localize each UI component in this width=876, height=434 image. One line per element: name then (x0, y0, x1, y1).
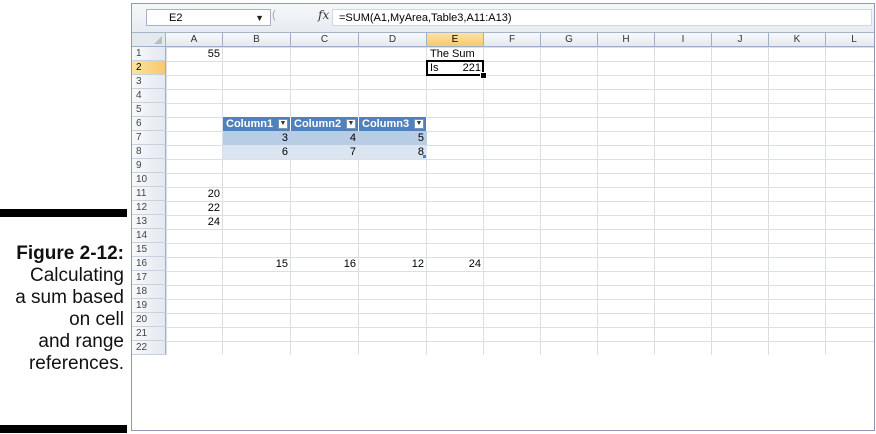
cell-e16[interactable]: 24 (427, 257, 484, 271)
caption-top-bar (0, 209, 127, 217)
gridline (768, 47, 769, 355)
row-header-20[interactable]: 20 (132, 313, 166, 327)
cell-e1[interactable]: The Sum Is (427, 47, 484, 74)
table-header-column1[interactable]: Column1 ▼ (223, 117, 291, 131)
caption-line: references. (28, 353, 124, 374)
gridline (597, 47, 598, 355)
table-resize-handle[interactable] (423, 155, 426, 158)
column-header-k[interactable]: K (769, 33, 826, 47)
row-header-4[interactable]: 4 (132, 89, 166, 103)
table-cell[interactable]: 3 (223, 131, 291, 145)
row-header-12[interactable]: 12 (132, 201, 166, 215)
caption-line: Calculating (30, 265, 124, 286)
column-header-f[interactable]: F (484, 33, 541, 47)
table-cell[interactable]: 8 (359, 145, 427, 159)
fill-handle[interactable] (480, 72, 487, 79)
column-header-l[interactable]: L (826, 33, 874, 47)
name-box[interactable]: E2 ▼ (146, 9, 271, 26)
active-cell-border (426, 60, 484, 76)
formula-input[interactable]: =SUM(A1,MyArea,Table3,A11:A13) (332, 9, 872, 26)
row-header-10[interactable]: 10 (132, 173, 166, 187)
row-header-15[interactable]: 15 (132, 243, 166, 257)
filter-dropdown-icon[interactable]: ▼ (278, 119, 288, 129)
filter-dropdown-icon[interactable]: ▼ (346, 119, 356, 129)
row-header-9[interactable]: 9 (132, 159, 166, 173)
select-all-button[interactable] (132, 33, 166, 47)
column-header-i[interactable]: I (655, 33, 712, 47)
gridline (483, 47, 484, 355)
gridline (426, 47, 427, 355)
row-header-13[interactable]: 13 (132, 215, 166, 229)
caption-figure-label: Figure 2-12: (16, 243, 124, 264)
column-header-h[interactable]: H (598, 33, 655, 47)
row-header-22[interactable]: 22 (132, 341, 166, 355)
column-header-e[interactable]: E (427, 33, 484, 47)
column-header-j[interactable]: J (712, 33, 769, 47)
table-cell[interactable]: 4 (291, 131, 359, 145)
row-header-7[interactable]: 7 (132, 131, 166, 145)
row-header-14[interactable]: 14 (132, 229, 166, 243)
gridline (540, 47, 541, 355)
cell-a11[interactable]: 20 (166, 187, 223, 201)
table-cell[interactable]: 7 (291, 145, 359, 159)
column-header-c[interactable]: C (291, 33, 359, 47)
caption-line: on cell (69, 309, 124, 330)
column-header-b[interactable]: B (223, 33, 291, 47)
column-header-a[interactable]: A (166, 33, 223, 47)
row-header-18[interactable]: 18 (132, 285, 166, 299)
gridline (654, 47, 655, 355)
cell-d16[interactable]: 12 (359, 257, 427, 271)
table-cell[interactable]: 5 (359, 131, 427, 145)
row-header-19[interactable]: 19 (132, 299, 166, 313)
table-header-label: Column3 (362, 118, 410, 130)
cell-a1[interactable]: 55 (166, 47, 223, 61)
cell-b16[interactable]: 15 (223, 257, 291, 271)
row-header-5[interactable]: 5 (132, 103, 166, 117)
table-cell[interactable]: 6 (223, 145, 291, 159)
table-header-label: Column2 (294, 118, 342, 130)
chevron-down-icon[interactable]: ▼ (255, 10, 264, 27)
figure-caption: Figure 2-12: Calculating a sum based on … (0, 243, 124, 375)
filter-dropdown-icon[interactable]: ▼ (414, 119, 424, 129)
gridline (825, 47, 826, 355)
cell-a12[interactable]: 22 (166, 201, 223, 215)
row-header-8[interactable]: 8 (132, 145, 166, 159)
name-box-value: E2 (169, 12, 183, 24)
column-header-g[interactable]: G (541, 33, 598, 47)
cell-a13[interactable]: 24 (166, 215, 223, 229)
row-header-6[interactable]: 6 (132, 117, 166, 131)
table-header-column2[interactable]: Column2 ▼ (291, 117, 359, 131)
row-header-21[interactable]: 21 (132, 327, 166, 341)
spreadsheet-window: E2 ▼ ( fx =SUM(A1,MyArea,Table3,A11:A13)… (131, 3, 875, 431)
gridline (358, 47, 359, 355)
insert-function-icon[interactable]: fx (318, 8, 329, 22)
row-header-11[interactable]: 11 (132, 187, 166, 201)
caption-line: and range (38, 331, 124, 352)
formula-cancel-icon[interactable]: ( (272, 9, 276, 21)
formula-bar: E2 ▼ ( fx =SUM(A1,MyArea,Table3,A11:A13) (132, 4, 874, 33)
table-header-label: Column1 (226, 118, 274, 130)
caption-bottom-bar (0, 425, 127, 433)
gridline (711, 47, 712, 355)
row-header-2[interactable]: 2 (132, 61, 166, 75)
gridline (290, 47, 291, 355)
row-header-1[interactable]: 1 (132, 47, 166, 61)
cell-c16[interactable]: 16 (291, 257, 359, 271)
caption-line: a sum based (15, 287, 124, 308)
row-header-16[interactable]: 16 (132, 257, 166, 271)
row-header-3[interactable]: 3 (132, 75, 166, 89)
column-header-d[interactable]: D (359, 33, 427, 47)
table-header-column3[interactable]: Column3 ▼ (359, 117, 427, 131)
row-header-17[interactable]: 17 (132, 271, 166, 285)
